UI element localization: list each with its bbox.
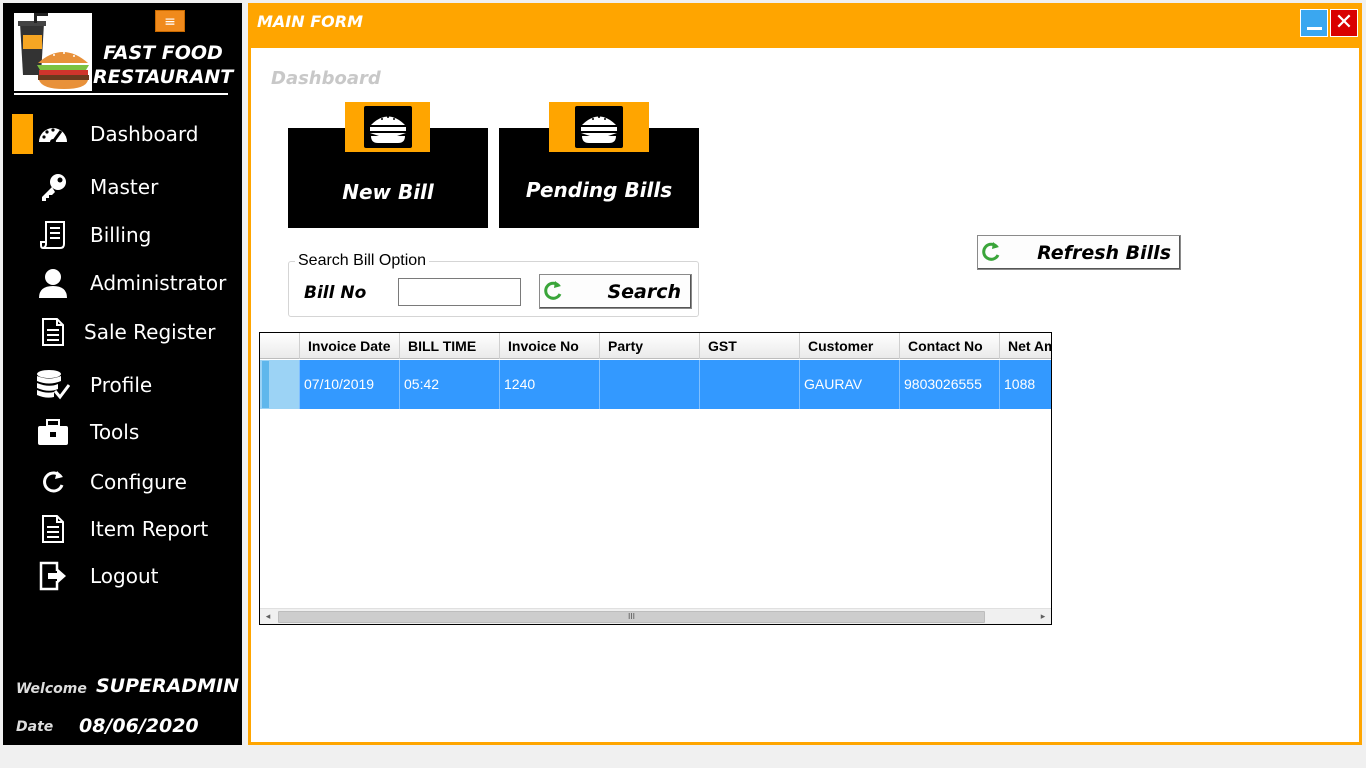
sidebar-item-label: Dashboard [90, 122, 199, 146]
pending-bills-tile[interactable]: Pending Bills [499, 102, 699, 228]
database-check-icon [35, 369, 71, 401]
grid-header: Invoice Date BILL TIME Invoice No Party … [260, 333, 1051, 359]
sidebar-item-tools[interactable]: Tools [3, 412, 242, 452]
brand-name: FAST FOOD RESTAURANT [93, 41, 233, 89]
active-indicator [12, 114, 33, 154]
sidebar-item-label: Tools [90, 420, 140, 444]
sidebar-item-profile[interactable]: Profile [3, 365, 242, 405]
sidebar-item-sale-register[interactable]: Sale Register [3, 312, 242, 352]
date-label: Date [16, 719, 54, 735]
burger-drink-logo-icon [14, 13, 92, 91]
sidebar-item-configure[interactable]: Configure [3, 462, 242, 502]
column-header[interactable]: BILL TIME [400, 333, 500, 359]
scroll-left-button[interactable]: ◂ [260, 609, 276, 624]
refresh-icon [35, 466, 71, 498]
search-button[interactable]: Search [539, 274, 692, 309]
scroll-right-button[interactable]: ▸ [1035, 609, 1051, 624]
sidebar-item-label: Master [90, 175, 159, 199]
tile-label: New Bill [342, 180, 434, 204]
burger-icon [575, 106, 623, 148]
burger-icon [363, 106, 412, 148]
column-header[interactable]: Contact No [900, 333, 1000, 359]
column-header[interactable]: GST [700, 333, 800, 359]
sidebar-item-dashboard[interactable]: Dashboard [3, 114, 242, 154]
sidebar-item-label: Profile [90, 373, 153, 397]
grid-corner [260, 333, 300, 359]
bills-grid[interactable]: Invoice Date BILL TIME Invoice No Party … [259, 332, 1052, 625]
title-bar: MAIN FORM ✕ [251, 6, 1359, 48]
tile-icon-badge [549, 102, 649, 152]
column-header[interactable]: Invoice Date [300, 333, 400, 359]
sidebar-item-label: Sale Register [84, 320, 216, 344]
column-header[interactable]: Party [600, 333, 700, 359]
search-label: Search [607, 281, 681, 303]
group-title: Search Bill Option [295, 252, 430, 270]
sidebar-item-label: Logout [90, 564, 159, 588]
app-root: ≡ FAST FOOD RESTAURANT Dashboard Master … [0, 0, 1366, 768]
main-form: MAIN FORM ✕ Dashboard New Bill Pending B… [248, 3, 1362, 745]
sidebar-item-label: Configure [90, 470, 187, 494]
new-bill-tile[interactable]: New Bill [288, 102, 488, 228]
table-cell: 1088 [1004, 376, 1036, 392]
sidebar-item-label: Item Report [90, 517, 209, 541]
receipt-icon [35, 219, 71, 251]
sidebar: ≡ FAST FOOD RESTAURANT Dashboard Master … [3, 3, 242, 745]
document-icon [35, 513, 71, 545]
bill-no-label: Bill No [304, 283, 367, 303]
minimize-button[interactable] [1300, 9, 1328, 37]
table-row[interactable]: 07/10/2019 05:42 1240 GAURAV 9803026555 … [260, 360, 1051, 409]
sidebar-item-administrator[interactable]: Administrator [3, 263, 242, 303]
table-cell: 05:42 [400, 360, 500, 409]
brand-line-2: RESTAURANT [93, 66, 234, 88]
table-cell: 07/10/2019 [300, 360, 400, 409]
horizontal-scrollbar[interactable]: ◂ III ▸ [260, 608, 1051, 624]
close-button[interactable]: ✕ [1330, 9, 1358, 37]
table-cell: 1240 [500, 360, 600, 409]
table-cell [700, 360, 800, 409]
username: SUPERADMIN [96, 675, 240, 697]
table-cell: 9803026555 [900, 360, 1000, 409]
key-icon [35, 171, 71, 203]
restaurant-logo [14, 13, 92, 91]
brand-line-1: FAST FOOD [103, 42, 223, 64]
tile-label: Pending Bills [525, 178, 673, 202]
sidebar-item-logout[interactable]: Logout [3, 556, 242, 596]
table-cell [600, 360, 700, 409]
toolbox-icon [35, 416, 71, 448]
refresh-bills-button[interactable]: Refresh Bills [977, 235, 1181, 270]
logout-icon [35, 560, 71, 592]
search-bill-group: Search Bill Option Bill No Search [288, 252, 699, 317]
user-icon [35, 267, 71, 299]
date-value: 08/06/2020 [79, 715, 199, 737]
page-title: Dashboard [271, 68, 381, 89]
welcome-label: Welcome [16, 681, 87, 697]
speedometer-icon [35, 118, 71, 150]
column-header[interactable]: Net Amount [1000, 333, 1051, 359]
table-cell: GAURAV [800, 360, 900, 409]
window-title: MAIN FORM [257, 12, 363, 31]
refresh-icon [544, 281, 562, 300]
refresh-bills-label: Refresh Bills [1037, 242, 1171, 264]
tile-icon-badge [345, 102, 430, 152]
document-icon [35, 316, 71, 348]
refresh-icon [982, 242, 1000, 261]
bill-no-input[interactable] [398, 278, 521, 306]
column-header[interactable]: Customer [800, 333, 900, 359]
menu-toggle-button[interactable]: ≡ [155, 10, 185, 32]
row-header[interactable] [260, 360, 300, 409]
scroll-thumb[interactable]: III [278, 611, 985, 623]
brand-divider [14, 93, 228, 95]
sidebar-item-billing[interactable]: Billing [3, 215, 242, 255]
column-header[interactable]: Invoice No [500, 333, 600, 359]
sidebar-item-item-report[interactable]: Item Report [3, 509, 242, 549]
sidebar-item-label: Administrator [90, 271, 227, 295]
sidebar-item-master[interactable]: Master [3, 167, 242, 207]
sidebar-item-label: Billing [90, 223, 152, 247]
